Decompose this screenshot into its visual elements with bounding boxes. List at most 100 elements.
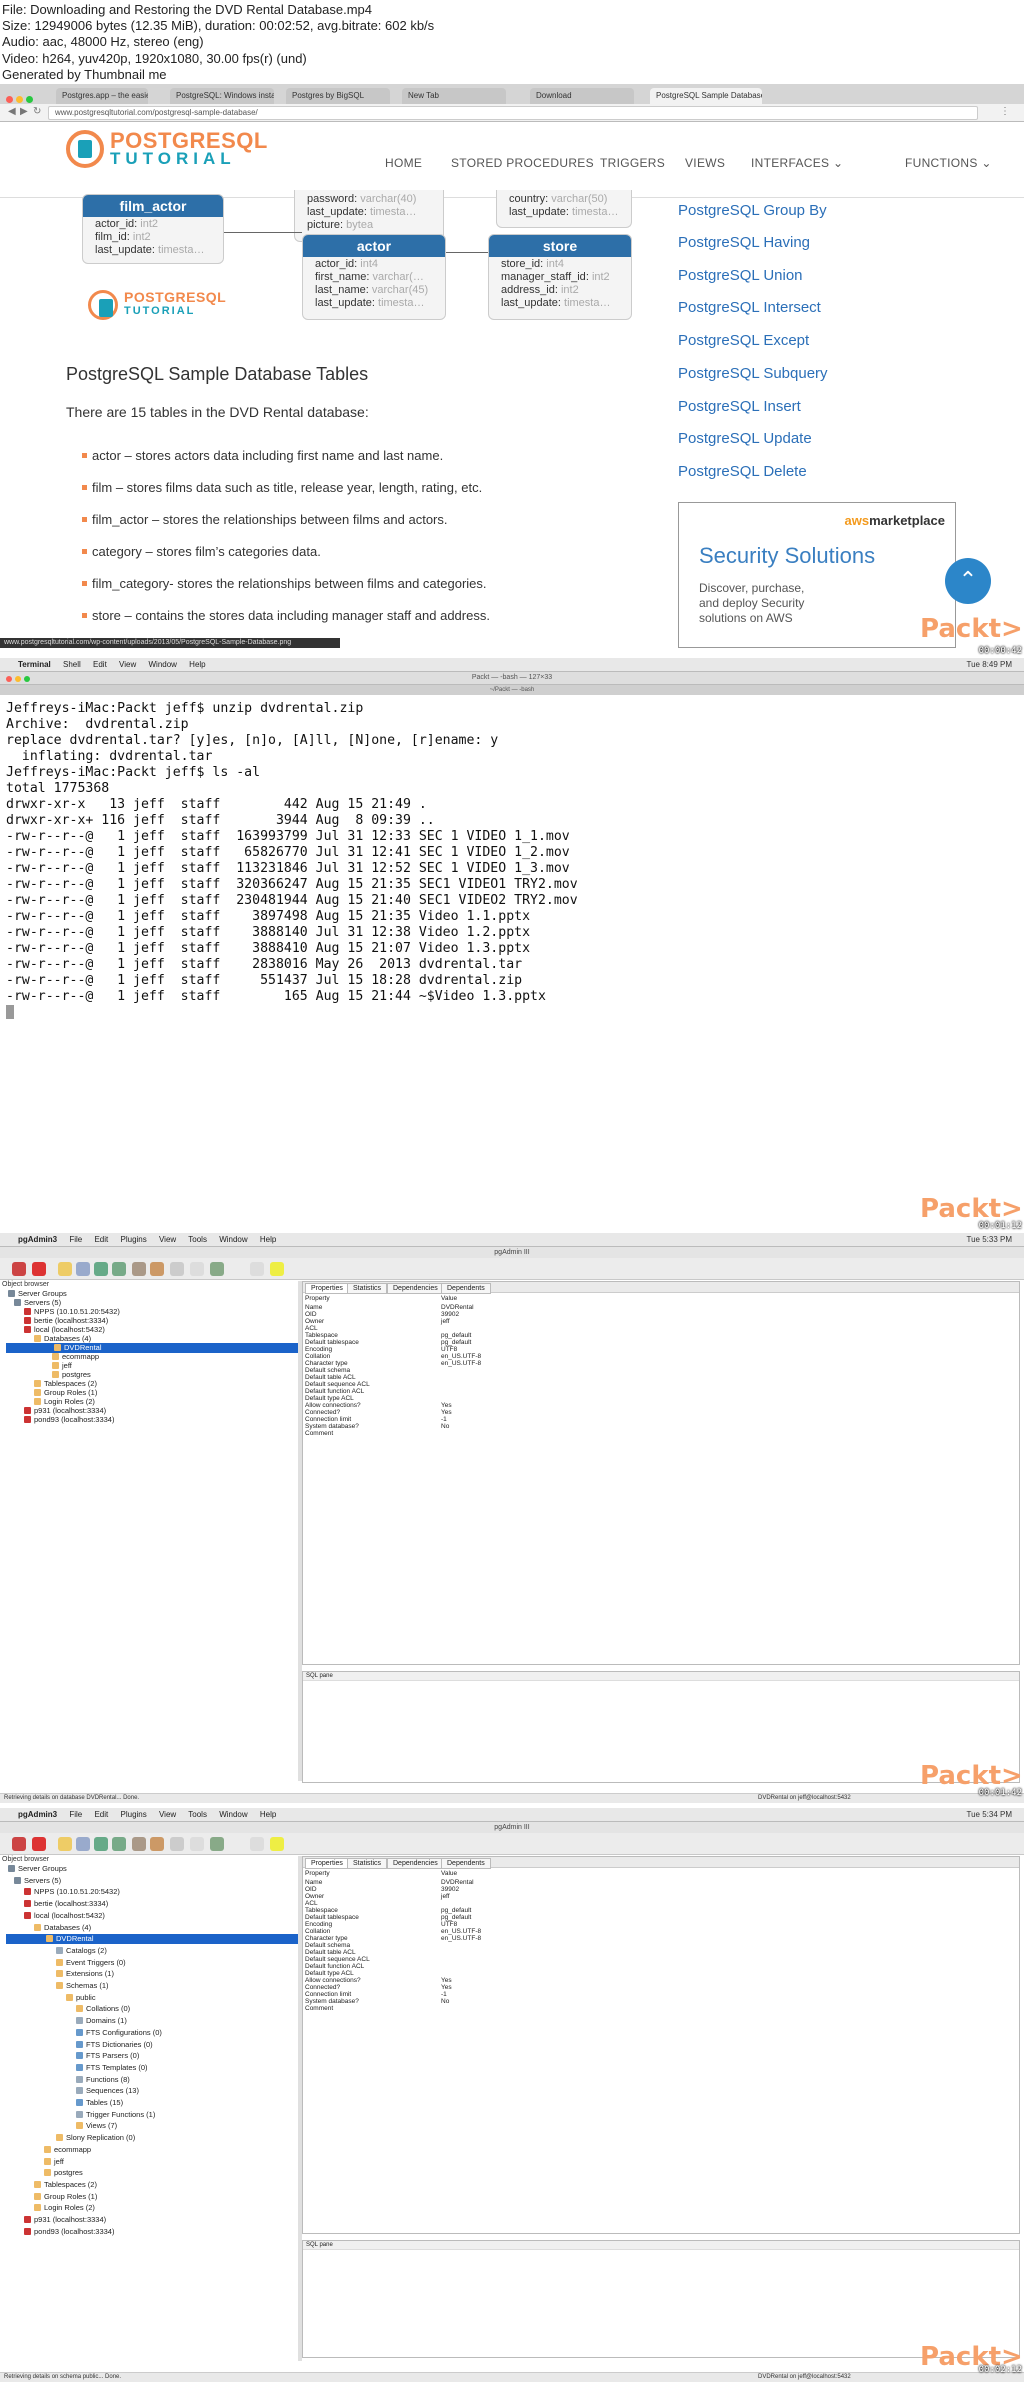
tree-item[interactable]: Trigger Functions (1) <box>76 2110 155 2120</box>
menu-shell[interactable]: Shell <box>63 660 81 669</box>
postgresql-logo-icon[interactable] <box>66 130 104 168</box>
nav-interfaces[interactable]: INTERFACES ⌄ <box>751 156 843 170</box>
tab-properties[interactable]: Properties <box>305 1858 349 1869</box>
menu-edit[interactable]: Edit <box>94 1235 108 1244</box>
menu-plugins[interactable]: Plugins <box>121 1235 147 1244</box>
hint-icon[interactable] <box>250 1837 264 1851</box>
tree-item[interactable]: Functions (8) <box>76 2075 130 2085</box>
tree-item[interactable]: pond93 (localhost:3334) <box>24 1415 114 1425</box>
menu-tools[interactable]: Tools <box>188 1235 207 1244</box>
menu-view[interactable]: View <box>159 1810 176 1819</box>
menu-tools[interactable]: Tools <box>188 1810 207 1819</box>
menu-window[interactable]: Window <box>219 1810 247 1819</box>
refresh-icon[interactable] <box>32 1837 46 1851</box>
tree-item[interactable]: Servers (5) <box>14 1876 61 1886</box>
tree-item[interactable]: pond93 (localhost:3334) <box>24 2227 114 2237</box>
browser-tab[interactable]: New Tab <box>402 88 506 104</box>
tree-item[interactable]: Event Triggers (0) <box>56 1958 126 1968</box>
aws-ad-banner[interactable]: awsmarketplace Security Solutions Discov… <box>678 502 956 648</box>
tab-dependencies[interactable]: Dependencies <box>387 1858 444 1869</box>
menu-window[interactable]: Window <box>219 1235 247 1244</box>
menu-terminal[interactable]: Terminal <box>18 660 51 669</box>
connect-icon[interactable] <box>12 1837 26 1851</box>
site-logo-text[interactable]: POSTGRESQL TUTORIAL <box>110 130 268 168</box>
plugins-icon[interactable] <box>210 1262 224 1276</box>
create-icon[interactable] <box>94 1262 108 1276</box>
tab-dependents[interactable]: Dependents <box>441 1283 491 1294</box>
browser-tab[interactable]: Download <box>530 88 634 104</box>
forward-icon[interactable]: ▶ <box>20 106 28 117</box>
edit-data-icon[interactable] <box>150 1837 164 1851</box>
maintenance-icon[interactable] <box>190 1262 204 1276</box>
maintenance-icon[interactable] <box>190 1837 204 1851</box>
folder-icon[interactable] <box>58 1262 72 1276</box>
browser-tab[interactable]: Postgres.app – the easiest wa… <box>56 88 148 104</box>
sidebar-link[interactable]: PostgreSQL Union <box>678 267 803 284</box>
tree-item[interactable]: FTS Dictionaries (0) <box>76 2040 153 2050</box>
sidebar-link[interactable]: PostgreSQL Subquery <box>678 365 828 382</box>
sidebar-link[interactable]: PostgreSQL Delete <box>678 463 807 480</box>
nav-triggers[interactable]: TRIGGERS <box>600 156 665 170</box>
tree-item[interactable]: Views (7) <box>76 2121 117 2131</box>
terminal-tab[interactable]: ~/Packt — -bash <box>0 685 1024 695</box>
tab-properties[interactable]: Properties <box>305 1283 349 1294</box>
folder-icon[interactable] <box>58 1837 72 1851</box>
sidebar-link[interactable]: PostgreSQL Group By <box>678 202 827 219</box>
nav-home[interactable]: HOME <box>385 156 422 170</box>
tree-item[interactable]: jeff <box>44 2157 64 2167</box>
tab-statistics[interactable]: Statistics <box>347 1858 388 1869</box>
tree-item[interactable]: bertie (localhost:3334) <box>24 1899 108 1909</box>
menu-help[interactable]: Help <box>260 1235 276 1244</box>
menu-pgadmin[interactable]: pgAdmin3 <box>18 1235 57 1244</box>
refresh-icon[interactable] <box>32 1262 46 1276</box>
tree-item[interactable]: Sequences (13) <box>76 2086 139 2096</box>
tree-item[interactable]: Login Roles (2) <box>34 2203 95 2213</box>
tree-item[interactable]: FTS Configurations (0) <box>76 2028 162 2038</box>
sidebar-link[interactable]: PostgreSQL Insert <box>678 398 801 415</box>
menu-help[interactable]: Help <box>189 660 205 669</box>
tree-item[interactable]: Tablespaces (2) <box>34 2180 97 2190</box>
menu-help[interactable]: Help <box>260 1810 276 1819</box>
url-input[interactable]: www.postgresqltutorial.com/postgresql-sa… <box>48 106 978 120</box>
tree-item[interactable]: local (localhost:5432) <box>24 1911 105 1921</box>
tree-item[interactable]: ecommapp <box>44 2145 91 2155</box>
sidebar-link[interactable]: PostgreSQL Having <box>678 234 810 251</box>
sql-pane[interactable]: SQL pane <box>302 2240 1020 2358</box>
nav-functions[interactable]: FUNCTIONS ⌄ <box>905 156 992 170</box>
menu-view[interactable]: View <box>159 1235 176 1244</box>
tree-item[interactable]: FTS Parsers (0) <box>76 2051 139 2061</box>
menu-pgadmin[interactable]: pgAdmin3 <box>18 1810 57 1819</box>
tree-item[interactable]: Group Roles (1) <box>34 2192 97 2202</box>
tree-item[interactable]: Slony Replication (0) <box>56 2133 135 2143</box>
back-icon[interactable]: ◀ <box>8 106 16 117</box>
scroll-top-icon[interactable]: ⌃ <box>945 558 991 604</box>
filter-icon[interactable] <box>170 1262 184 1276</box>
connect-icon[interactable] <box>12 1262 26 1276</box>
tree-item[interactable]: Domains (1) <box>76 2016 127 2026</box>
nav-views[interactable]: VIEWS <box>685 156 725 170</box>
tab-dependents[interactable]: Dependents <box>441 1858 491 1869</box>
filter-icon[interactable] <box>170 1837 184 1851</box>
help-icon[interactable] <box>270 1262 284 1276</box>
menu-window[interactable]: Window <box>148 660 176 669</box>
tree-item[interactable]: NPPS (10.10.51.20:5432) <box>24 1887 120 1897</box>
tree-item[interactable]: postgres <box>44 2168 83 2178</box>
tree-item-selected[interactable]: DVDRental <box>6 1343 298 1353</box>
properties-icon[interactable] <box>76 1262 90 1276</box>
drop-icon[interactable] <box>112 1837 126 1851</box>
menu-edit[interactable]: Edit <box>93 660 107 669</box>
tree-item[interactable]: p931 (localhost:3334) <box>24 2215 106 2225</box>
sidebar-link[interactable]: PostgreSQL Update <box>678 430 812 447</box>
tree-item[interactable]: Tables (15) <box>76 2098 123 2108</box>
tree-item[interactable]: FTS Templates (0) <box>76 2063 148 2073</box>
tree-item[interactable]: Schemas (1) <box>56 1981 109 1991</box>
properties-icon[interactable] <box>76 1837 90 1851</box>
browser-tab[interactable]: Postgres by BigSQL <box>286 88 390 104</box>
reload-icon[interactable]: ↻ <box>33 106 41 117</box>
drop-icon[interactable] <box>112 1262 126 1276</box>
tree-item[interactable]: Server Groups <box>8 1864 67 1874</box>
tree-item-selected[interactable]: DVDRental <box>6 1934 298 1945</box>
tree-item[interactable]: public <box>66 1993 96 2003</box>
tree-item[interactable]: Databases (4) <box>34 1923 91 1933</box>
menu-file[interactable]: File <box>69 1235 82 1244</box>
